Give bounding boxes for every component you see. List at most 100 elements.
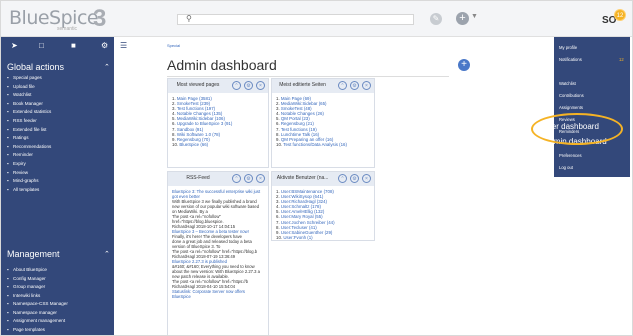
sidebar-item-label: Page templates: [13, 326, 45, 332]
collapse-icon[interactable]: ⌃: [338, 81, 347, 90]
logo-text: BlueSpice: [9, 7, 99, 29]
most-viewed-list: 1. Main Page (3581) 2. SmokeTest (239) 3. …: [172, 96, 232, 147]
collapse-icon[interactable]: ⌃: [232, 174, 241, 183]
sidebar-item[interactable]: ▪ About BlueSpice: [7, 267, 47, 272]
sidebar-item-label: Special pages: [13, 75, 42, 80]
sidebar-item-label: Book Manager: [13, 100, 43, 106]
sidebar-item-label: Mind-graphs: [13, 178, 39, 184]
sidebar-toolbar: ➤ □ ■ ⚙: [1, 37, 114, 55]
collapse-icon[interactable]: ⌃: [232, 81, 241, 90]
collapse-icon[interactable]: ⌃: [104, 250, 110, 258]
menu-item-preferences[interactable]: Preferences: [559, 153, 582, 158]
sidebar-item[interactable]: ▪ Recommendations: [7, 144, 51, 149]
sidebar-item[interactable]: ▪ Extended file list: [7, 127, 46, 132]
sidebar-item-label: Recommendations: [13, 143, 52, 149]
sidebar-item-label: Upload file: [13, 83, 35, 89]
panel-header: RSS-Feed ⌃ ⚙ ×: [168, 172, 268, 186]
panel-title: Meist editierte Seiten: [279, 82, 326, 88]
menu-item-assignments[interactable]: Assignments: [559, 105, 583, 110]
menu-item-my-profile[interactable]: My profile: [559, 45, 577, 50]
sidebar-item[interactable]: ▪ Book Manager: [7, 101, 43, 106]
sidebar-item-label: RSS feeder: [13, 118, 37, 123]
sidebar-item-label: Expiry: [13, 161, 26, 166]
close-icon[interactable]: ×: [256, 81, 265, 90]
title-divider: [167, 76, 449, 77]
logo[interactable]: BlueSpice semantic 3: [7, 5, 115, 33]
most-edited-panel: Meist editierte Seiten ⌃ ⚙ × 1. Main Pag…: [271, 78, 375, 168]
active-users-list: 1. User:BSMaintenance (708) 2. User:WikiS…: [276, 189, 335, 240]
app-window: BlueSpice semantic 3 ⚲ ✎ + ▼ SO 12 ➤ □ ■…: [0, 0, 633, 336]
close-icon[interactable]: ×: [362, 174, 371, 183]
search-icon: ⚲: [186, 14, 192, 23]
collapse-icon[interactable]: ⌃: [338, 174, 347, 183]
sidebar-item[interactable]: ▪ Ratings: [7, 135, 29, 140]
sidebar-item[interactable]: ▪ Mind-graphs: [7, 178, 39, 183]
menu-item-notifications[interactable]: Notifications: [559, 57, 582, 62]
rss-feed-panel: RSS-Feed ⌃ ⚙ × BlueSpice 3: The successf…: [167, 171, 269, 335]
sidebar-item[interactable]: ▪ Special pages: [7, 75, 42, 80]
sidebar-item-label: Ratings: [13, 135, 29, 141]
menu-icon[interactable]: ☰: [120, 41, 127, 50]
sidebar-item[interactable]: ▪ Config Manager: [7, 276, 46, 281]
sidebar-item[interactable]: ▪ RSS feeder: [7, 118, 37, 123]
list-item-label: BlueSpice (66): [179, 141, 209, 147]
sidebar-item[interactable]: ▪ Watchlist: [7, 92, 31, 97]
notifications-count: 12: [619, 57, 624, 62]
add-widget-button[interactable]: +: [458, 59, 470, 71]
sidebar-item-label: Assignment management: [13, 318, 66, 323]
sidebar-item[interactable]: ▪ Namespace-CSS Manager: [7, 301, 68, 306]
sidebar-item[interactable]: ▪ Interwiki links: [7, 293, 40, 298]
sidebar-item[interactable]: ▪ Group manager: [7, 284, 45, 289]
sidebar-item[interactable]: ▪ Namespace manager: [7, 310, 57, 315]
list-item[interactable]: 10. User:Fvonh (1): [276, 235, 335, 240]
sidebar-item[interactable]: ▪ Page templates: [7, 327, 45, 332]
gear-icon[interactable]: ⚙: [244, 174, 253, 183]
collapse-icon[interactable]: ⌃: [104, 63, 110, 71]
user-menu: My profile Notifications 12 Watchlist Co…: [542, 37, 630, 177]
edit-icon[interactable]: ✎: [430, 13, 442, 25]
sidebar-item-label: Namespace manager: [13, 309, 57, 315]
file-icon[interactable]: □: [39, 41, 44, 50]
chevron-down-icon[interactable]: ▼: [471, 13, 478, 20]
breadcrumb[interactable]: Special: [167, 43, 180, 48]
list-item-label: User:Fvonh (1): [283, 234, 313, 240]
sidebar-item-label: Group manager: [13, 284, 46, 289]
notification-badge[interactable]: 12: [614, 9, 626, 21]
menu-item-watchlist[interactable]: Watchlist: [559, 81, 576, 86]
active-users-panel: Aktivste Benutzer (na... ⌃ ⚙ × 1. User:B…: [271, 171, 375, 241]
sidebar: ➤ □ ■ ⚙ Global actions ⌃ ▪ Special pages ▪…: [1, 37, 114, 335]
close-icon[interactable]: ×: [362, 81, 371, 90]
gear-icon[interactable]: ⚙: [101, 41, 108, 50]
search-input[interactable]: ⚲: [177, 14, 414, 25]
sidebar-item[interactable]: ▪ All templates: [7, 187, 39, 192]
gear-icon[interactable]: ⚙: [350, 174, 359, 183]
panel-title: RSS-Feed: [186, 175, 210, 181]
sidebar-item-label: Review: [13, 169, 29, 175]
global-actions-heading: Global actions: [7, 62, 65, 72]
list-item[interactable]: 10. BlueSpice (66): [172, 142, 232, 147]
sidebar-item[interactable]: ▪ Reminder: [7, 152, 33, 157]
rss-entry-title[interactable]: BlueSpice: [172, 294, 260, 299]
sidebar-item[interactable]: ▪ Expiry: [7, 161, 26, 166]
new-page-button[interactable]: +: [456, 12, 469, 25]
gear-icon[interactable]: ⚙: [244, 81, 253, 90]
sidebar-item[interactable]: ▪ Upload file: [7, 84, 35, 89]
pin-icon[interactable]: ➤: [11, 41, 18, 50]
close-icon[interactable]: ×: [256, 174, 265, 183]
sidebar-item[interactable]: ▪ Review: [7, 170, 28, 175]
sidebar-item-label: Config Manager: [13, 275, 46, 281]
sidebar-item-label: Reminder: [13, 152, 33, 158]
book-icon[interactable]: ■: [71, 41, 76, 50]
panel-header: Most viewed pages ⌃ ⚙ ×: [168, 79, 268, 93]
page-title: Admin dashboard: [167, 57, 277, 73]
sidebar-item[interactable]: ▪ Extended statistics: [7, 109, 51, 114]
list-item[interactable]: 10. Test functions/Data Analysis (16): [276, 142, 347, 147]
sidebar-item-label: Extended statistics: [13, 109, 52, 115]
plus-icon: +: [459, 12, 466, 24]
highlight-ring: [531, 113, 623, 145]
management-heading: Management: [7, 249, 60, 259]
menu-item-contributions[interactable]: Contributions: [559, 93, 584, 98]
gear-icon[interactable]: ⚙: [350, 81, 359, 90]
sidebar-item[interactable]: ▪ Assignment management: [7, 318, 65, 323]
menu-item-log-out[interactable]: Log out: [559, 165, 573, 170]
